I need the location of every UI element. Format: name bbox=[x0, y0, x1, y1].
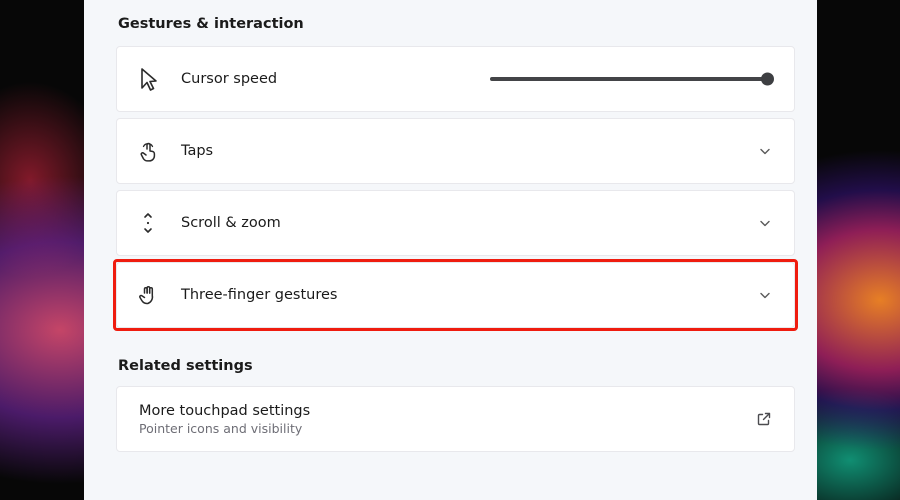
slider-track bbox=[490, 77, 770, 81]
tap-icon bbox=[135, 140, 161, 162]
scroll-zoom-icon bbox=[135, 212, 161, 234]
row-three-finger-gestures[interactable]: Three-finger gestures bbox=[116, 262, 795, 328]
cursor-icon bbox=[135, 67, 161, 91]
open-external-icon bbox=[756, 411, 772, 427]
section-heading-related: Related settings bbox=[118, 358, 795, 374]
taps-label: Taps bbox=[181, 143, 213, 159]
section-heading-gestures: Gestures & interaction bbox=[118, 16, 795, 32]
cursor-speed-label: Cursor speed bbox=[181, 71, 277, 87]
row-taps[interactable]: Taps bbox=[116, 118, 795, 184]
row-cursor-speed: Cursor speed bbox=[116, 46, 795, 112]
chevron-down-icon bbox=[758, 288, 772, 302]
chevron-down-icon bbox=[758, 216, 772, 230]
more-touchpad-label: More touchpad settings bbox=[139, 403, 310, 419]
settings-panel: Gestures & interaction Cursor speed Taps bbox=[84, 0, 817, 500]
more-touchpad-sub: Pointer icons and visibility bbox=[139, 421, 310, 436]
cursor-speed-slider[interactable] bbox=[490, 72, 770, 86]
slider-thumb[interactable] bbox=[761, 73, 774, 86]
row-scroll-zoom[interactable]: Scroll & zoom bbox=[116, 190, 795, 256]
row-more-touchpad-settings[interactable]: More touchpad settings Pointer icons and… bbox=[116, 386, 795, 452]
scroll-zoom-label: Scroll & zoom bbox=[181, 215, 281, 231]
chevron-down-icon bbox=[758, 144, 772, 158]
three-finger-label: Three-finger gestures bbox=[181, 287, 337, 303]
three-finger-icon bbox=[135, 284, 161, 306]
